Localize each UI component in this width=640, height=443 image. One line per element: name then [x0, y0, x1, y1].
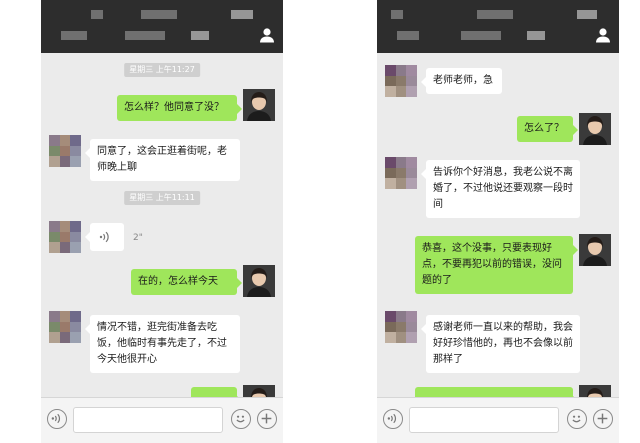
incoming-message[interactable]: 告诉你个好消息，我老公说不离婚了，不过他说还要观察一段时间	[421, 160, 580, 218]
more-button[interactable]	[593, 409, 613, 429]
voice-wave-icon	[51, 413, 60, 424]
voice-wave-icon	[387, 413, 396, 424]
blurred-contact-name	[461, 31, 501, 40]
incoming-message[interactable]: 同意了，这会正逛着街呢，老师晚上聊	[85, 139, 240, 181]
chat-screen-left: 星期三 上午11:27 怎么样？他同意了没？ 同意了，这会正逛着街呢，老师晚上聊…	[41, 0, 283, 443]
emoji-smile-icon	[572, 415, 581, 423]
avatar-photo	[579, 113, 611, 145]
message-input[interactable]	[409, 407, 559, 433]
blurred-contact-name	[191, 31, 209, 40]
blurred-contact-name	[527, 31, 545, 40]
avatar[interactable]	[49, 221, 81, 253]
avatar-photo	[579, 234, 611, 266]
voice-toggle-button[interactable]	[383, 409, 403, 429]
incoming-message[interactable]: 感谢老师一直以来的帮助，我会好好珍惜他的，再也不会像以前那样了	[421, 315, 580, 373]
timestamp: 星期三 上午11:11	[124, 191, 200, 205]
avatar[interactable]	[385, 65, 417, 97]
outgoing-message[interactable]: 在的，怎么样今天	[131, 269, 242, 295]
avatar-photo	[243, 89, 275, 121]
voice-duration: 2"	[133, 233, 143, 243]
message-input[interactable]	[73, 407, 223, 433]
outgoing-message[interactable]: 怎么了？	[517, 116, 578, 142]
person-icon[interactable]	[595, 27, 611, 43]
avatar[interactable]	[49, 311, 81, 343]
plus-icon	[261, 413, 272, 424]
avatar[interactable]	[49, 135, 81, 167]
voice-message[interactable]	[85, 223, 124, 251]
blurred-status-text	[577, 10, 597, 19]
input-bar	[377, 397, 619, 443]
blurred-status-text	[391, 10, 403, 19]
emoji-button[interactable]	[231, 409, 251, 429]
avatar[interactable]	[579, 234, 611, 266]
input-bar	[41, 397, 283, 443]
outgoing-message[interactable]: 恭喜，这个没事，只要表现好点，不要再犯以前的错误，没问题的了	[415, 236, 578, 294]
blurred-status-text	[141, 10, 177, 19]
blurred-contact-name	[61, 31, 87, 40]
voice-wave-icon	[99, 231, 109, 243]
voice-toggle-button[interactable]	[47, 409, 67, 429]
blurred-status-text	[91, 10, 103, 19]
avatar[interactable]	[385, 311, 417, 343]
timestamp: 星期三 上午11:27	[124, 63, 200, 77]
message-list[interactable]: 星期三 上午11:27 怎么样？他同意了没？ 同意了，这会正逛着街呢，老师晚上聊…	[41, 53, 283, 417]
emoji-smile-icon	[236, 415, 245, 423]
message-list[interactable]: 老师老师，急 怎么了？ 告诉你个好消息，我老公说不离婚了，不过他说还要观察一段时…	[377, 53, 619, 417]
avatar-photo	[243, 265, 275, 297]
person-icon[interactable]	[259, 27, 275, 43]
plus-icon	[597, 413, 608, 424]
chat-header	[377, 0, 619, 53]
avatar[interactable]	[243, 265, 275, 297]
chat-screen-right: 老师老师，急 怎么了？ 告诉你个好消息，我老公说不离婚了，不过他说还要观察一段时…	[377, 0, 619, 443]
outgoing-message[interactable]: 怎么样？他同意了没？	[117, 95, 242, 121]
avatar[interactable]	[579, 113, 611, 145]
incoming-message[interactable]: 情况不错，逛完街准备去吃饭，他临时有事先走了，不过今天他很开心	[85, 315, 240, 373]
blurred-contact-name	[125, 31, 165, 40]
chat-header	[41, 0, 283, 53]
more-button[interactable]	[257, 409, 277, 429]
avatar[interactable]	[243, 89, 275, 121]
emoji-button[interactable]	[567, 409, 587, 429]
blurred-status-text	[477, 10, 513, 19]
blurred-contact-name	[397, 31, 419, 40]
incoming-message[interactable]: 老师老师，急	[421, 68, 502, 94]
blurred-status-text	[231, 10, 253, 19]
avatar[interactable]	[385, 157, 417, 189]
